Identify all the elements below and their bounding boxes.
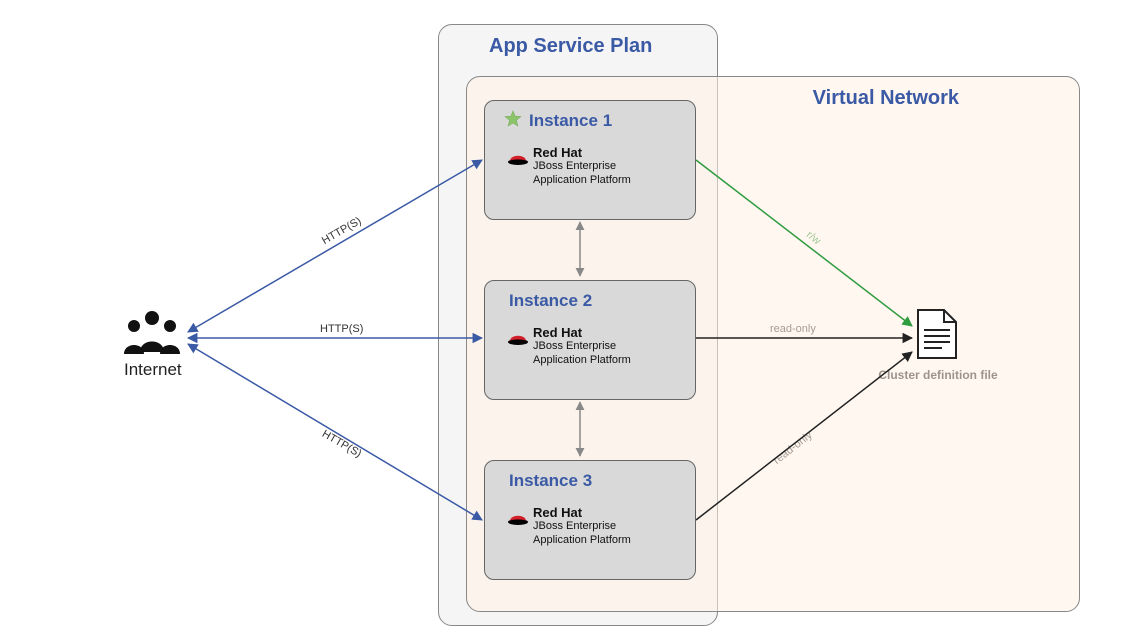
redhat-icon bbox=[507, 149, 529, 167]
edge-http-1-label: HTTP(S) bbox=[320, 215, 364, 247]
diagram-canvas: Virtual Network App Service Plan Interne… bbox=[0, 0, 1136, 636]
instance-3-product-1: JBoss Enterprise bbox=[533, 520, 713, 534]
instance-2-title: Instance 2 bbox=[509, 291, 592, 311]
app-service-plan-title: App Service Plan bbox=[489, 35, 652, 58]
instance-3-vendor: Red Hat bbox=[533, 505, 713, 520]
instance-3-box: Instance 3 Red Hat JBoss Enterprise Appl… bbox=[484, 460, 696, 580]
redhat-icon bbox=[507, 509, 529, 527]
instance-2-vendor: Red Hat bbox=[533, 325, 713, 340]
internet-users-icon bbox=[120, 308, 184, 361]
internet-label: Internet bbox=[124, 360, 182, 380]
instance-1-box: Instance 1 Red Hat JBoss Enterprise Appl… bbox=[484, 100, 696, 220]
redhat-icon bbox=[507, 329, 529, 347]
instance-2-product-1: JBoss Enterprise bbox=[533, 340, 713, 354]
instance-3-product-2: Application Platform bbox=[533, 534, 713, 548]
instance-2-box: Instance 2 Red Hat JBoss Enterprise Appl… bbox=[484, 280, 696, 400]
virtual-network-title: Virtual Network bbox=[813, 87, 959, 110]
file-icon bbox=[916, 308, 958, 365]
star-primary-icon bbox=[503, 109, 523, 129]
instance-2-product-2: Application Platform bbox=[533, 354, 713, 368]
instance-1-product-1: JBoss Enterprise bbox=[533, 160, 713, 174]
instance-1-title: Instance 1 bbox=[529, 111, 612, 131]
instance-3-title: Instance 3 bbox=[509, 471, 592, 491]
instance-1-product-2: Application Platform bbox=[533, 174, 713, 188]
edge-http-3-label: HTTP(S) bbox=[320, 428, 364, 460]
edge-http-2-label: HTTP(S) bbox=[320, 323, 363, 335]
instance-1-vendor: Red Hat bbox=[533, 145, 713, 160]
